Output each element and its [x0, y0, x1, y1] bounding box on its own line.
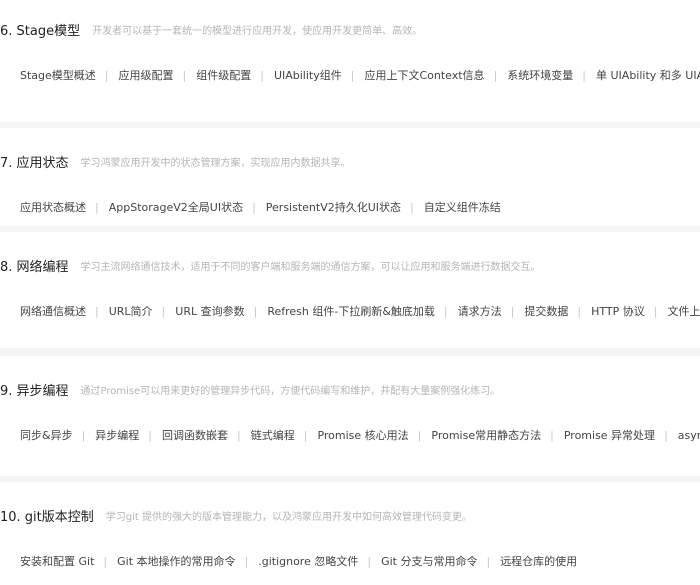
topic-link-item: 应用状态概述	[20, 201, 86, 214]
section-topic-links: Stage模型概述 应用级配置 组件级配置 UIAbility组件 应用上下文Conte…	[20, 66, 700, 86]
topic-link[interactable]: 提交数据	[524, 305, 568, 318]
topic-link-item: 安装和配置 Git	[20, 555, 94, 568]
section-title: 9. 异步编程	[0, 383, 69, 399]
section-title: 10. git版本控制	[0, 509, 94, 525]
topic-link[interactable]: UIAbility组件	[274, 69, 342, 82]
section-title: 7. 应用状态	[0, 155, 69, 171]
topic-link-item: 系统环境变量	[485, 69, 574, 82]
topic-link[interactable]: AppStorageV2全局UI状态	[109, 201, 243, 214]
topic-link[interactable]: PersistentV2持久化UI状态	[266, 201, 401, 214]
topic-link[interactable]: Git 分支与常用命令	[381, 555, 477, 568]
topic-link[interactable]: 远程仓库的使用	[500, 555, 577, 568]
topic-link-item: 自定义组件冻结	[401, 201, 501, 214]
topic-link-item: 组件级配置	[174, 69, 252, 82]
topic-link-item: HTTP 协议	[568, 305, 644, 318]
topic-link-item: URL 查询参数	[153, 305, 245, 318]
section-header: 10. git版本控制 学习git 提供的强大的版本管理能力，以及鸿蒙应用开发中…	[0, 506, 473, 525]
topic-link-item: Promise常用静态方法	[409, 429, 541, 442]
section-description: 开发者可以基于一套统一的模型进行应用开发，使应用开发更简单、高效。	[92, 25, 423, 37]
topic-link-item: Git 分支与常用命令	[358, 555, 477, 568]
topic-link[interactable]: Promise 异常处理	[564, 429, 655, 442]
topic-link-item: 应用上下文Context信息	[342, 69, 485, 82]
topic-link[interactable]: 安装和配置 Git	[20, 555, 94, 568]
section-card-git: 10. git版本控制 学习git 提供的强大的版本管理能力，以及鸿蒙应用开发中…	[0, 482, 700, 585]
topic-link[interactable]: URL简介	[109, 305, 153, 318]
topic-link-item: 文件上传	[645, 305, 700, 318]
topic-link[interactable]: HTTP 协议	[591, 305, 645, 318]
topic-link-item: 提交数据	[502, 305, 569, 318]
topic-link-item: Promise 异常处理	[541, 429, 655, 442]
section-description: 学习主流网络通信技术，适用于不同的客户端和服务端的通信方案，可以让应用和服务端进…	[80, 261, 541, 273]
section-description: 学习鸿蒙应用开发中的状态管理方案，实现应用内数据共享。	[80, 157, 351, 169]
topic-link-item: 远程仓库的使用	[477, 555, 577, 568]
topic-link[interactable]: 异步编程	[95, 429, 139, 442]
topic-link-item: 回调函数嵌套	[139, 429, 228, 442]
topic-link-item: AppStorageV2全局UI状态	[86, 201, 243, 214]
topic-link[interactable]: 系统环境变量	[507, 69, 573, 82]
topic-link-item: Git 本地操作的常用命令	[94, 555, 235, 568]
topic-link[interactable]: 回调函数嵌套	[162, 429, 228, 442]
section-topic-links: 安装和配置 Git Git 本地操作的常用命令 .gitignore 忽略文件 Git…	[20, 552, 680, 572]
section-header: 6. Stage模型 开发者可以基于一套统一的模型进行应用开发，使应用开发更简单…	[0, 20, 423, 39]
topic-link[interactable]: Git 本地操作的常用命令	[117, 555, 235, 568]
topic-link-item: Refresh 组件-下拉刷新&触底加载	[245, 305, 435, 318]
topic-link[interactable]: async 函数	[678, 429, 700, 442]
topic-link[interactable]: Promise常用静态方法	[431, 429, 541, 442]
topic-link[interactable]: 链式编程	[251, 429, 295, 442]
section-description: 通过Promise可以用来更好的管理异步代码，方便代码编写和维护，并配有大量案例…	[80, 385, 501, 397]
topic-link-item: async 函数	[655, 429, 700, 442]
topic-link-item: 链式编程	[228, 429, 295, 442]
topic-link-item: 异步编程	[73, 429, 140, 442]
section-card-stage-model: 6. Stage模型 开发者可以基于一套统一的模型进行应用开发，使应用开发更简单…	[0, 0, 700, 122]
topic-link-item: Promise 核心用法	[295, 429, 409, 442]
topic-link-item: 单 UIAbility 和多 UIAbility 应用	[573, 69, 700, 82]
topic-link[interactable]: 自定义组件冻结	[424, 201, 501, 214]
topic-link-item: PersistentV2持久化UI状态	[243, 201, 401, 214]
section-topic-links: 同步&异步 异步编程 回调函数嵌套 链式编程 Promise 核心用法 Promise常用…	[20, 426, 700, 446]
topic-link[interactable]: Stage模型概述	[20, 69, 96, 82]
topic-link[interactable]: 组件级配置	[196, 69, 251, 82]
topic-link[interactable]: Refresh 组件-下拉刷新&触底加载	[267, 305, 435, 318]
section-card-app-state: 7. 应用状态 学习鸿蒙应用开发中的状态管理方案，实现应用内数据共享。 应用状态…	[0, 128, 700, 226]
topic-link[interactable]: 文件上传	[667, 305, 700, 318]
topic-link-item: 请求方法	[435, 305, 502, 318]
section-title: 8. 网络编程	[0, 259, 69, 275]
topic-link-item: UIAbility组件	[251, 69, 342, 82]
topic-link-item: URL简介	[86, 305, 153, 318]
topic-link[interactable]: Promise 核心用法	[317, 429, 408, 442]
topic-link[interactable]: URL 查询参数	[175, 305, 244, 318]
course-outline: 6. Stage模型 开发者可以基于一套统一的模型进行应用开发，使应用开发更简单…	[0, 0, 700, 585]
topic-link-item: 同步&异步	[20, 429, 73, 442]
section-topic-links: 网络通信概述 URL简介 URL 查询参数 Refresh 组件-下拉刷新&触底加载 请…	[20, 302, 700, 322]
topic-link[interactable]: 同步&异步	[20, 429, 73, 442]
topic-link-item: 应用级配置	[96, 69, 174, 82]
topic-link[interactable]: 应用级配置	[119, 69, 174, 82]
section-header: 8. 网络编程 学习主流网络通信技术，适用于不同的客户端和服务端的通信方案，可以…	[0, 256, 541, 275]
topic-link[interactable]: 网络通信概述	[20, 305, 86, 318]
topic-link[interactable]: .gitignore 忽略文件	[258, 555, 358, 568]
topic-link[interactable]: 应用状态概述	[20, 201, 86, 214]
topic-link[interactable]: 单 UIAbility 和多 UIAbility 应用	[596, 69, 700, 82]
section-header: 9. 异步编程 通过Promise可以用来更好的管理异步代码，方便代码编写和维护…	[0, 380, 501, 399]
section-header: 7. 应用状态 学习鸿蒙应用开发中的状态管理方案，实现应用内数据共享。	[0, 152, 351, 171]
topic-link[interactable]: 请求方法	[458, 305, 502, 318]
section-topic-links: 应用状态概述 AppStorageV2全局UI状态 PersistentV2持久化U…	[20, 198, 680, 218]
section-card-network: 8. 网络编程 学习主流网络通信技术，适用于不同的客户端和服务端的通信方案，可以…	[0, 232, 700, 348]
topic-link[interactable]: 应用上下文Context信息	[364, 69, 484, 82]
section-description: 学习git 提供的强大的版本管理能力，以及鸿蒙应用开发中如何高效管理代码变更。	[105, 511, 473, 523]
section-card-async: 9. 异步编程 通过Promise可以用来更好的管理异步代码，方便代码编写和维护…	[0, 356, 700, 476]
topic-link-item: 网络通信概述	[20, 305, 86, 318]
topic-link-item: Stage模型概述	[20, 69, 96, 82]
section-title: 6. Stage模型	[0, 23, 81, 39]
topic-link-item: .gitignore 忽略文件	[236, 555, 359, 568]
